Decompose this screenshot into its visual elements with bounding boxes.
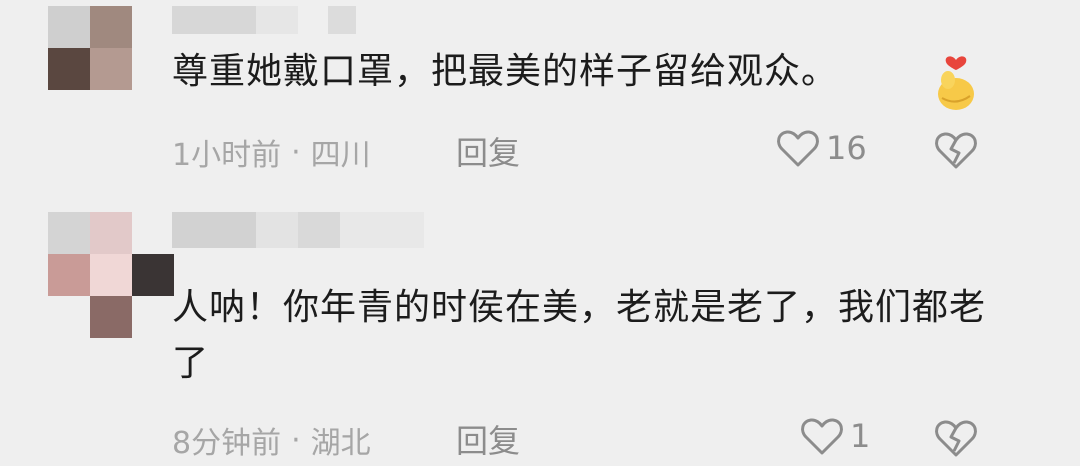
comment-text: 尊重她戴口罩，把最美的样子留给观众。 [172, 51, 839, 92]
comment-text: 人呐！你年青的时侯在美，老就是老了，我们都老了 [172, 287, 987, 384]
comment-time: 8分钟前 [172, 426, 282, 461]
reply-button[interactable]: 回复 [456, 416, 520, 462]
like-count: 16 [826, 129, 867, 167]
username-blurred[interactable] [172, 212, 424, 248]
heart-outline-icon [801, 418, 843, 455]
comment-item: 人呐！你年青的时侯在美，老就是老了，我们都老了 8分钟前 · 湖北 回复 1 [0, 190, 1080, 466]
broken-heart-icon[interactable] [934, 418, 978, 458]
like-button[interactable]: 1 [800, 416, 870, 456]
comment-location: 四川 [310, 138, 371, 173]
heart-outline-icon [777, 130, 819, 167]
comment-location: 湖北 [310, 426, 371, 461]
meta-separator: · [291, 134, 301, 170]
like-count: 1 [850, 417, 871, 455]
avatar[interactable] [48, 6, 132, 90]
comment-meta: 8分钟前 · 湖北 [172, 418, 371, 462]
meta-separator: · [291, 422, 301, 458]
comment-item: 尊重她戴口罩，把最美的样子留给观众。 1小时前 · 四川 回复 16 [0, 0, 1080, 190]
broken-heart-icon[interactable] [934, 130, 978, 170]
reply-button[interactable]: 回复 [456, 128, 520, 174]
username-blurred[interactable] [172, 6, 356, 34]
avatar[interactable] [48, 212, 174, 338]
comment-meta: 1小时前 · 四川 [172, 130, 371, 174]
like-button[interactable]: 16 [776, 128, 867, 168]
comment-time: 1小时前 [172, 138, 282, 173]
finger-heart-emoji [938, 56, 974, 110]
